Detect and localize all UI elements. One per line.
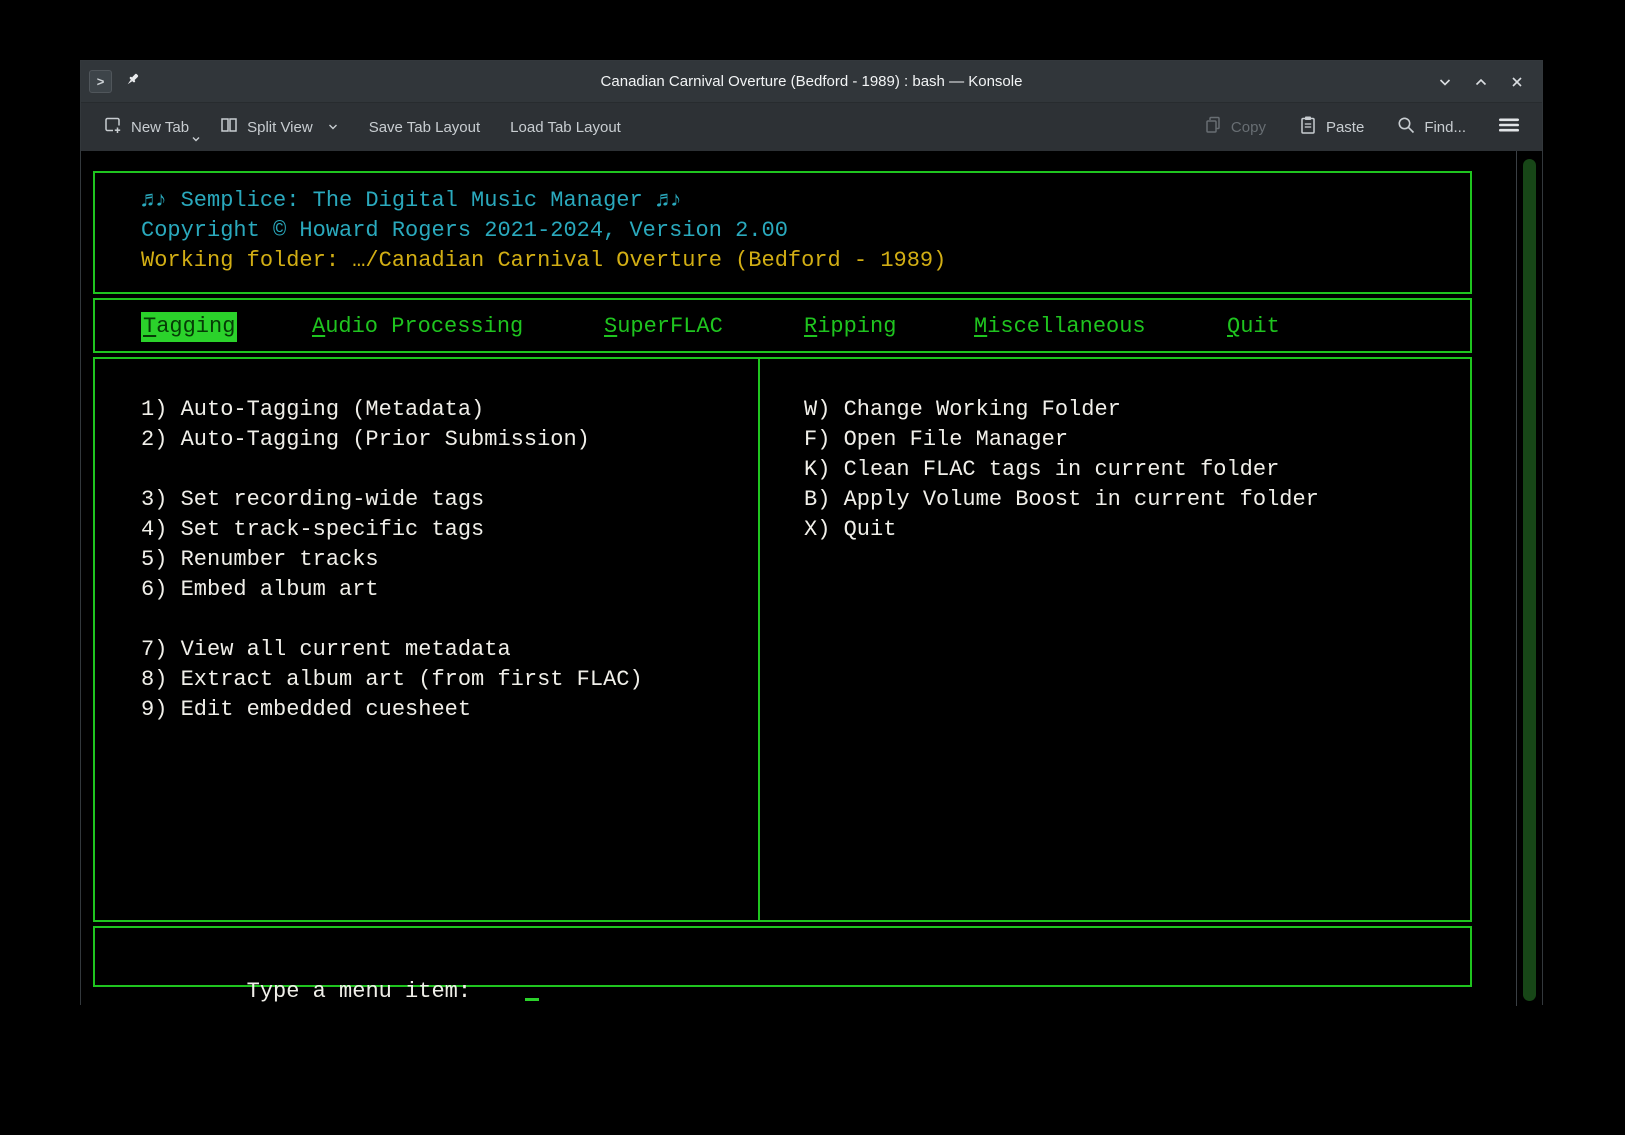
menu-tab-audio-processing[interactable]: Audio Processing <box>312 312 523 342</box>
maximize-button[interactable] <box>1470 71 1492 93</box>
split-view-dropdown-icon[interactable] <box>327 119 339 136</box>
toolbar: New Tab Split View <box>81 103 1542 151</box>
global-menu-list: W) Change Working Folder F) Open File Ma… <box>804 395 1319 545</box>
app-header-box: ♬♪ Semplice: The Digital Music Manager ♬… <box>93 171 1472 294</box>
menu-tab-ripping[interactable]: Ripping <box>804 312 896 342</box>
menu-option[interactable]: 6) Embed album art <box>141 575 643 605</box>
tagging-menu-list: 1) Auto-Tagging (Metadata) 2) Auto-Taggi… <box>141 395 643 725</box>
prompt-box: Type a menu item: <box>93 926 1472 987</box>
new-tab-dropdown-icon[interactable] <box>191 130 201 147</box>
hamburger-menu-button[interactable] <box>1490 110 1528 144</box>
konsole-app-icon[interactable]: > <box>89 70 112 93</box>
minimize-button[interactable] <box>1434 71 1456 93</box>
menu-option[interactable]: X) Quit <box>804 515 1319 545</box>
menu-bar-box: Tagging Audio Processing SuperFLAC Rippi… <box>93 298 1472 353</box>
menu-tab-miscellaneous[interactable]: Miscellaneous <box>974 312 1146 342</box>
menu-option[interactable]: 1) Auto-Tagging (Metadata) <box>141 395 643 425</box>
menu-option[interactable]: F) Open File Manager <box>804 425 1319 455</box>
scrollbar-handle[interactable] <box>1523 159 1536 1001</box>
prompt-label: Type a menu item: <box>247 979 471 1004</box>
app-title-line: ♬♪ Semplice: The Digital Music Manager ♬… <box>141 186 1470 216</box>
find-label: Find... <box>1424 119 1466 136</box>
copy-label: Copy <box>1231 119 1266 136</box>
split-view-icon <box>219 115 239 139</box>
menu-option[interactable]: K) Clean FLAC tags in current folder <box>804 455 1319 485</box>
find-button[interactable]: Find... <box>1388 109 1474 145</box>
menu-tab-tagging[interactable]: Tagging <box>141 312 237 342</box>
menu-option[interactable]: B) Apply Volume Boost in current folder <box>804 485 1319 515</box>
menu-option[interactable]: 9) Edit embedded cuesheet <box>141 695 643 725</box>
copy-button[interactable]: Copy <box>1195 109 1274 145</box>
copyright-line: Copyright © Howard Rogers 2021-2024, Ver… <box>141 216 1470 246</box>
paste-label: Paste <box>1326 119 1364 136</box>
menu-tab-quit[interactable]: Quit <box>1227 312 1280 342</box>
menu-option[interactable]: 7) View all current metadata <box>141 635 643 665</box>
search-icon <box>1396 115 1416 139</box>
terminal-cursor[interactable] <box>525 998 539 1001</box>
blank-line <box>141 455 643 485</box>
menu-option[interactable]: 2) Auto-Tagging (Prior Submission) <box>141 425 643 455</box>
window-title: Canadian Carnival Overture (Bedford - 19… <box>81 73 1542 90</box>
load-tab-layout-button[interactable]: Load Tab Layout <box>502 113 629 142</box>
new-tab-button[interactable]: New Tab <box>95 109 197 145</box>
titlebar[interactable]: > Canadian Carnival Overture (Bedford - … <box>81 61 1542 103</box>
menu-option[interactable]: 3) Set recording-wide tags <box>141 485 643 515</box>
copy-icon <box>1203 115 1223 139</box>
hamburger-icon <box>1498 116 1520 138</box>
paste-icon <box>1298 115 1318 139</box>
working-folder-line: Working folder: …/Canadian Carnival Over… <box>141 246 1470 276</box>
pin-icon[interactable] <box>124 71 141 93</box>
menu-option[interactable]: 4) Set track-specific tags <box>141 515 643 545</box>
menu-tab-superflac[interactable]: SuperFLAC <box>604 312 723 342</box>
load-tab-layout-label: Load Tab Layout <box>510 119 621 136</box>
konsole-window: > Canadian Carnival Overture (Bedford - … <box>80 60 1543 1005</box>
menu-option[interactable]: W) Change Working Folder <box>804 395 1319 425</box>
blank-line <box>141 605 643 635</box>
new-tab-label: New Tab <box>131 119 189 136</box>
save-tab-layout-button[interactable]: Save Tab Layout <box>361 113 488 142</box>
close-button[interactable] <box>1506 71 1528 93</box>
split-view-button[interactable]: Split View <box>211 109 347 145</box>
menu-option[interactable]: 5) Renumber tracks <box>141 545 643 575</box>
new-tab-icon <box>103 115 123 139</box>
menu-option[interactable]: 8) Extract album art (from first FLAC) <box>141 665 643 695</box>
terminal-screen[interactable]: ♬♪ Semplice: The Digital Music Manager ♬… <box>81 151 1542 1006</box>
scrollbar-track[interactable] <box>1516 151 1542 1006</box>
main-menu-box: 1) Auto-Tagging (Metadata) 2) Auto-Taggi… <box>93 357 1472 922</box>
pane-divider <box>758 359 760 920</box>
paste-button[interactable]: Paste <box>1290 109 1372 145</box>
split-view-label: Split View <box>247 119 313 136</box>
save-tab-layout-label: Save Tab Layout <box>369 119 480 136</box>
